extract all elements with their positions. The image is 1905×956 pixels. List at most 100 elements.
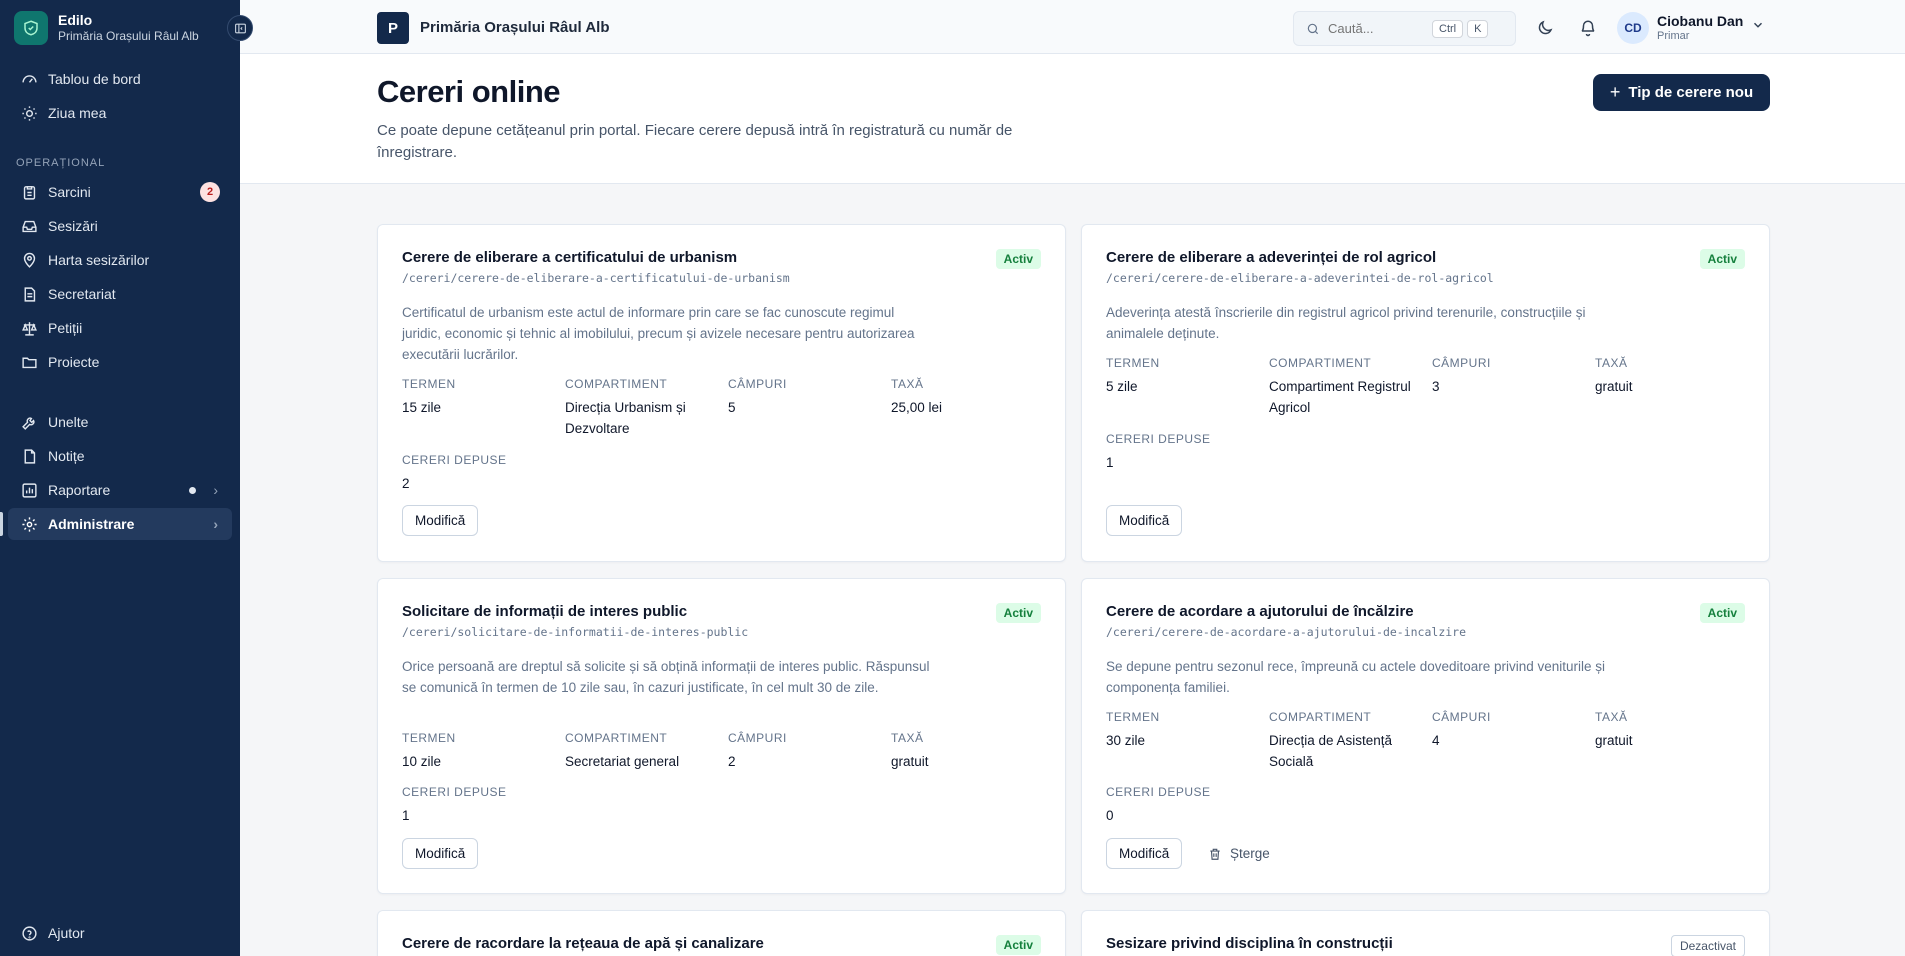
- sidebar-item-notite[interactable]: Notițe: [8, 440, 232, 472]
- status-badge: Activ: [995, 935, 1041, 955]
- sidebar-item-administrare[interactable]: Administrare ›: [8, 508, 232, 540]
- card-title: Cerere de eliberare a certificatului de …: [402, 249, 738, 266]
- search-box[interactable]: Ctrl K: [1293, 11, 1516, 46]
- sidebar-item-harta-sesizarilor[interactable]: Harta sesizărilor: [8, 244, 232, 276]
- wrench-icon: [20, 413, 38, 431]
- sidebar-item-ajutor[interactable]: Ajutor: [8, 917, 232, 949]
- tasks-count-badge: 2: [200, 182, 220, 202]
- sidebar-item-raportare[interactable]: Raportare ›: [8, 474, 232, 506]
- field-compartiment: COMPARTIMENT Compartiment Registrul Agric…: [1269, 356, 1411, 415]
- sidebar-item-ziua-mea[interactable]: Ziua mea: [8, 97, 232, 129]
- org-logo: P: [377, 12, 409, 44]
- card-path: /cereri/cerere-de-eliberare-a-certificat…: [402, 271, 790, 285]
- sidebar-item-label: Ajutor: [48, 925, 85, 941]
- sidebar-item-label: Sarcini: [48, 184, 91, 200]
- sidebar-item-label: Unelte: [48, 414, 89, 430]
- field-taxa: TAXĂ gratuit: [1595, 710, 1633, 748]
- chevron-down-icon[interactable]: [1751, 18, 1765, 37]
- request-card: Cerere de eliberare a certificatului de …: [377, 224, 1066, 562]
- sidebar-item-unelte[interactable]: Unelte: [8, 406, 232, 438]
- shield-logo-icon: [14, 11, 48, 45]
- request-card: Cerere de eliberare a adeverinței de rol…: [1081, 224, 1770, 562]
- search-input[interactable]: [1328, 21, 1428, 36]
- card-description: Se depune pentru sezonul rece, împreună …: [1106, 659, 1606, 695]
- sun-icon: [20, 104, 38, 122]
- note-icon: [20, 447, 38, 465]
- sidebar-item-label: Harta sesizărilor: [48, 252, 150, 268]
- sidebar-item-sarcini[interactable]: Sarcini 2: [8, 176, 232, 208]
- card-description: Orice persoană are dreptul să solicite ș…: [402, 659, 930, 695]
- sidebar-item-label: Raportare: [48, 482, 111, 498]
- field-cereri-depuse: CERERI DEPUSE 0: [1106, 785, 1211, 823]
- sidebar-item-tablou-de-bord[interactable]: Tablou de bord: [8, 63, 232, 95]
- new-request-type-button[interactable]: + Tip de cerere nou: [1593, 74, 1770, 111]
- sidebar-item-secretariat[interactable]: Secretariat: [8, 278, 232, 310]
- theme-toggle-button[interactable]: [1534, 17, 1556, 39]
- page-header: Cereri online Ce poate depune cetățeanul…: [240, 54, 1905, 184]
- card-description: Adeverința atestă înscrierile din regist…: [1106, 305, 1586, 341]
- field-termen: TERMEN 30 zile: [1106, 710, 1160, 748]
- scale-icon: [20, 319, 38, 337]
- page-description: Ce poate depune cetățeanul prin portal. …: [377, 122, 1013, 161]
- avatar[interactable]: CD: [1617, 12, 1649, 44]
- bell-icon: [1581, 20, 1595, 37]
- sidebar-item-label: Proiecte: [48, 354, 100, 370]
- card-description: Certificatul de urbanism este actul de i…: [402, 305, 915, 362]
- section-label-operational: OPERAȚIONAL: [16, 157, 106, 169]
- delete-button[interactable]: Șterge: [1208, 838, 1270, 869]
- help-circle-icon: [20, 924, 38, 942]
- edit-button[interactable]: Modifică: [402, 505, 479, 536]
- sidebar-item-label: Tablou de bord: [48, 71, 141, 87]
- field-campuri: CÂMPURI 4: [1432, 710, 1491, 748]
- sidebar: Edilo Primăria Orașului Râul Alb Tablou …: [0, 0, 253, 956]
- plus-icon: +: [1609, 82, 1621, 102]
- status-badge: Activ: [995, 603, 1041, 623]
- status-badge: Dezactivat: [1670, 935, 1745, 956]
- sidebar-item-proiecte[interactable]: Proiecte: [8, 346, 232, 378]
- request-card: Cerere de racordare la rețeaua de apă și…: [377, 910, 1066, 956]
- page-title: Cereri online: [377, 74, 561, 109]
- collapse-sidebar-button[interactable]: [227, 15, 253, 41]
- sidebar-item-label: Secretariat: [48, 286, 116, 302]
- edit-button[interactable]: Modifică: [1106, 505, 1183, 536]
- field-compartiment: COMPARTIMENT Direcția de Asistență Social…: [1269, 710, 1393, 769]
- card-path: /cereri/cerere-de-acordare-a-ajutorului-…: [1106, 625, 1467, 639]
- edit-button[interactable]: Modifică: [402, 838, 479, 869]
- request-card: Solicitare de informații de interes publ…: [377, 578, 1066, 894]
- field-compartiment: COMPARTIMENT Secretariat general: [565, 731, 680, 769]
- field-compartiment: COMPARTIMENT Direcția Urbanism și Dezvolt…: [565, 377, 686, 436]
- sidebar-item-petitii[interactable]: Petiții: [8, 312, 232, 344]
- gauge-icon: [20, 70, 38, 88]
- chevron-right-icon: ›: [213, 516, 218, 532]
- search-icon: [1307, 23, 1319, 34]
- card-title: Cerere de eliberare a adeverinței de rol…: [1106, 249, 1437, 266]
- card-title: Sesizare privind disciplina în construcț…: [1106, 935, 1393, 952]
- field-termen: TERMEN 5 zile: [1106, 356, 1160, 394]
- field-taxa: TAXĂ 25,00 lei: [891, 377, 943, 415]
- sidebar-item-sesizari[interactable]: Sesizări: [8, 210, 232, 242]
- inbox-icon: [20, 217, 38, 235]
- notifications-button[interactable]: [1577, 17, 1599, 39]
- field-campuri: CÂMPURI 3: [1432, 356, 1491, 394]
- card-path: /cereri/cerere-de-eliberare-a-adeverinte…: [1106, 271, 1494, 285]
- clipboard-icon: [20, 183, 38, 201]
- sidebar-item-label: Administrare: [48, 516, 135, 532]
- card-title: Cerere de racordare la rețeaua de apă și…: [402, 935, 764, 952]
- sidebar-item-label: Ziua mea: [48, 105, 107, 121]
- user-name[interactable]: Ciobanu Dan: [1657, 13, 1743, 29]
- field-campuri: CÂMPURI 2: [728, 731, 787, 769]
- document-icon: [20, 285, 38, 303]
- card-title: Cerere de acordare a ajutorului de încăl…: [1106, 603, 1414, 620]
- status-badge: Activ: [995, 249, 1041, 269]
- brand[interactable]: Edilo Primăria Orașului Râul Alb: [14, 10, 234, 46]
- edit-button[interactable]: Modifică: [1106, 838, 1183, 869]
- field-termen: TERMEN 15 zile: [402, 377, 456, 415]
- moon-icon: [1538, 20, 1553, 35]
- field-cereri-depuse: CERERI DEPUSE 1: [402, 785, 507, 823]
- active-indicator: [0, 512, 3, 536]
- sidebar-item-label: Petiții: [48, 320, 83, 336]
- field-taxa: TAXĂ gratuit: [891, 731, 929, 769]
- folder-icon: [20, 353, 38, 371]
- topbar: P Primăria Orașului Râul Alb Ctrl K CD C…: [240, 0, 1905, 54]
- chart-icon: [20, 481, 38, 499]
